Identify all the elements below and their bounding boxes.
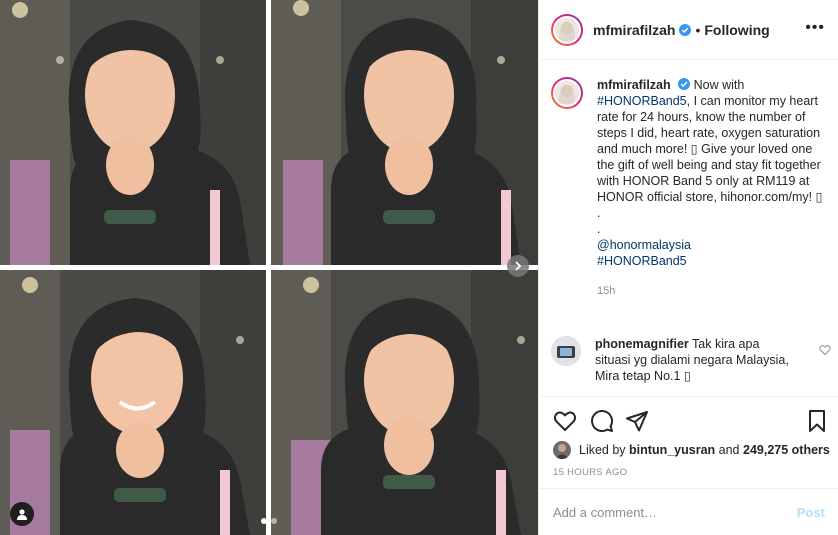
hashtag-link[interactable]: #HONORBand5 — [597, 94, 687, 108]
author-avatar[interactable] — [551, 13, 583, 46]
next-arrow-icon — [515, 261, 522, 271]
post-photo-2 — [271, 0, 538, 265]
post-date[interactable]: 15 HOURS AGO — [553, 467, 627, 478]
post-actions: Liked by bintun_yusran and 249,275 other… — [539, 396, 838, 488]
heart-icon[interactable] — [553, 409, 577, 433]
likes-count[interactable]: 249,275 others — [743, 443, 830, 457]
mention-link[interactable]: @honormalaysia — [597, 237, 825, 253]
carousel-indicator — [261, 518, 277, 524]
caption-text-4: . — [597, 206, 601, 220]
comment-icon[interactable] — [590, 409, 614, 433]
following-button[interactable]: Following — [704, 22, 769, 38]
hashtag-link[interactable]: #HONORBand5 — [597, 253, 825, 269]
bookmark-icon[interactable] — [805, 409, 829, 433]
commenter-username[interactable]: phonemagnifier — [595, 337, 689, 351]
caption-comment: mfmirafilzah Now with #HONORBand5, I can… — [551, 77, 825, 299]
emoji-glyph: ▯ — [690, 142, 698, 156]
likes-prefix: Liked by — [579, 443, 626, 457]
post-detail-panel: mfmirafilzah • Following ••• mfmirafilza… — [538, 0, 838, 535]
caption-text-1: Now with — [693, 78, 745, 92]
carousel-next-button[interactable] — [507, 255, 529, 277]
caption-username[interactable]: mfmirafilzah — [597, 78, 671, 92]
likes-summary: Liked by bintun_yusran and 249,275 other… — [553, 441, 830, 459]
share-icon[interactable] — [625, 409, 649, 433]
verified-badge-icon — [678, 78, 691, 90]
emoji-glyph: ▯ — [683, 369, 691, 383]
carousel-dot — [271, 518, 277, 524]
caption-timestamp[interactable]: 15h — [597, 283, 825, 299]
post-photo-4 — [271, 270, 538, 535]
liker-username[interactable]: bintun_yusran — [629, 443, 715, 457]
carousel-dot — [261, 518, 267, 524]
post-media-carousel[interactable] — [0, 0, 538, 535]
author-avatar[interactable] — [551, 77, 583, 109]
post-photo-1 — [0, 0, 266, 265]
liker-avatar[interactable] — [553, 441, 571, 459]
add-comment-bar: Post — [539, 488, 838, 535]
commenter-avatar[interactable] — [551, 336, 581, 366]
author-username[interactable]: mfmirafilzah — [593, 22, 675, 38]
heart-small-icon[interactable] — [819, 344, 831, 356]
comment-text: phonemagnifier Tak kira apa situasi yg d… — [595, 336, 795, 384]
header-separator: • — [695, 21, 701, 38]
emoji-glyph: ▯ — [815, 190, 823, 204]
comment-item: phonemagnifier Tak kira apa situasi yg d… — [551, 336, 831, 384]
post-photo-3 — [0, 270, 266, 535]
user-tags-button[interactable] — [10, 502, 34, 526]
caption-text: mfmirafilzah Now with #HONORBand5, I can… — [597, 77, 825, 299]
more-options-button[interactable]: ••• — [805, 20, 825, 36]
likes-and: and — [718, 443, 740, 457]
post-header: mfmirafilzah • Following ••• — [539, 0, 838, 60]
verified-badge-icon — [679, 23, 692, 36]
post-comment-button[interactable]: Post — [797, 505, 825, 520]
comment-input[interactable] — [553, 504, 797, 520]
caption-dot-line: . — [597, 222, 601, 236]
user-tag-icon — [17, 509, 27, 520]
